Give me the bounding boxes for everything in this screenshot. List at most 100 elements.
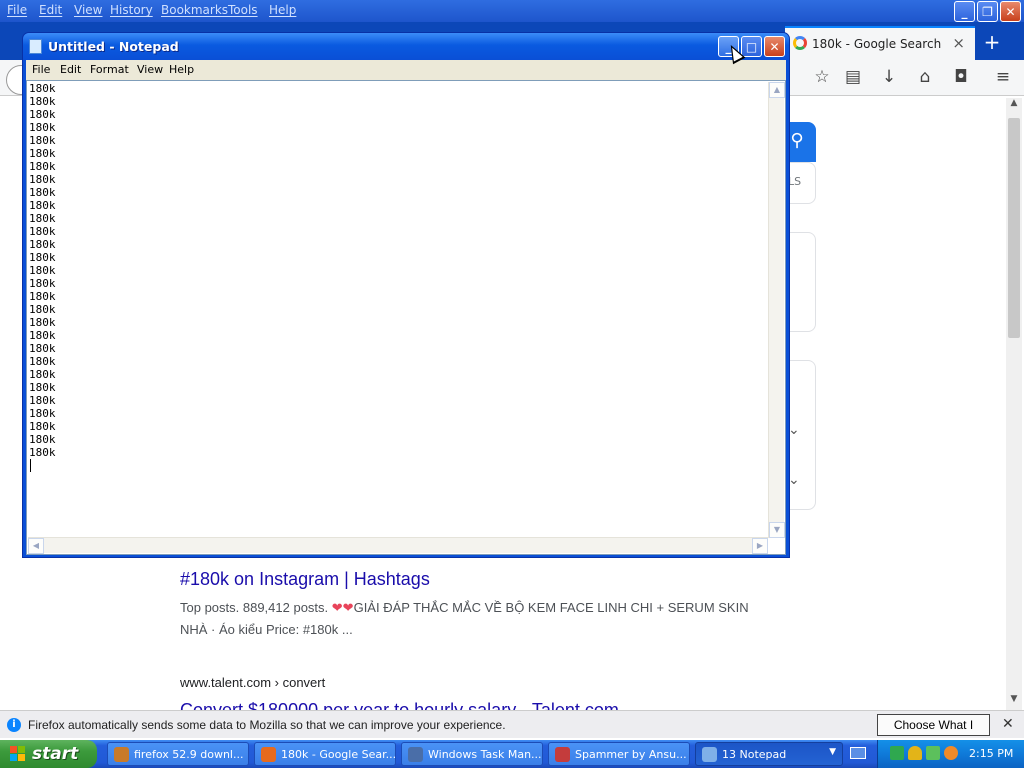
home-icon[interactable]: ⌂ [913, 67, 937, 87]
notepad-line: 180k [29, 251, 56, 264]
hamburger-menu-icon[interactable]: ≡ [991, 67, 1015, 87]
scroll-up-icon[interactable]: ▲ [1006, 98, 1022, 114]
scroll-down-icon[interactable]: ▼ [1006, 694, 1022, 710]
ff-menu-history[interactable]: History [110, 3, 153, 17]
notepad-line: 180k [29, 134, 56, 147]
page-scroll-thumb[interactable] [1008, 118, 1020, 338]
notepad-close-button[interactable]: ✕ [764, 36, 785, 57]
scroll-up-icon[interactable]: ▲ [769, 82, 785, 98]
keyboard-icon[interactable] [850, 747, 866, 759]
google-favicon-icon [793, 36, 807, 50]
notepad-titlebar[interactable]: Untitled - Notepad _ □ ✕ [23, 33, 789, 60]
tab-close-icon[interactable]: × [952, 34, 965, 52]
task-label: 180k - Google Sear... [281, 748, 396, 761]
notepad-line: 180k [29, 95, 56, 108]
result-title-link[interactable]: #180k on Instagram | Hashtags [180, 569, 430, 590]
scroll-left-icon[interactable]: ◀ [28, 538, 44, 554]
app-tray-icon[interactable] [926, 746, 940, 760]
notepad-line: 180k [29, 446, 56, 459]
page-scrollbar[interactable]: ▲ ▼ [1006, 98, 1022, 710]
notepad-line: 180k [29, 199, 56, 212]
np-menu-edit[interactable]: Edit [60, 63, 81, 76]
start-button[interactable]: start [0, 740, 97, 768]
pocket-icon[interactable]: ◘ [949, 67, 973, 87]
notepad-line: 180k [29, 186, 56, 199]
notepad-line: 180k [29, 433, 56, 446]
windows-flag-icon [10, 746, 26, 762]
notepad-line: 180k [29, 407, 56, 420]
np-menu-file[interactable]: File [32, 63, 50, 76]
start-label: start [32, 744, 79, 764]
np-menu-help[interactable]: Help [169, 63, 194, 76]
taskbar-task[interactable]: 180k - Google Sear... [254, 742, 396, 766]
bookmark-star-icon[interactable]: ☆ [810, 67, 834, 87]
ff-menu-view[interactable]: View [74, 3, 102, 17]
choose-what-i-share-button[interactable]: Choose What I Share [877, 714, 990, 752]
notepad-line: 180k [29, 238, 56, 251]
network-icon[interactable] [890, 746, 904, 760]
notepad-line: 180k [29, 342, 56, 355]
new-tab-button[interactable]: + [980, 30, 1004, 56]
notepad-horizontal-scrollbar[interactable]: ◀ ▶ [28, 537, 768, 554]
text-caret [30, 459, 31, 472]
notepad-line: 180k [29, 420, 56, 433]
notepad-line: 180k [29, 290, 56, 303]
ff-menu-tools[interactable]: Tools [228, 3, 258, 17]
np-menu-format[interactable]: Format [90, 63, 129, 76]
scroll-right-icon[interactable]: ▶ [752, 538, 768, 554]
notepad-line: 180k [29, 264, 56, 277]
result-snippet-line-1: Top posts. 889,412 posts. ❤❤GIẢI ĐÁP THẮ… [180, 600, 749, 616]
task-app-icon [261, 747, 276, 762]
snippet-prefix: Top posts. 889,412 posts. [180, 600, 332, 615]
notepad-maximize-button[interactable]: □ [741, 36, 762, 57]
notepad-line: 180k [29, 160, 56, 173]
task-label: Windows Task Man... [428, 748, 542, 761]
library-icon[interactable]: ▤ [841, 67, 865, 87]
taskbar-task[interactable]: firefox 52.9 downl... [107, 742, 249, 766]
search-tray-icon[interactable] [944, 746, 958, 760]
system-tray: 2:15 PM [877, 740, 1024, 768]
ff-restore-button[interactable]: ❐ [977, 1, 998, 22]
notepad-line: 180k [29, 147, 56, 160]
ff-minimize-button[interactable]: _ [954, 1, 975, 22]
notepad-line: 180k [29, 212, 56, 225]
notepad-content: 180k 180k 180k 180k 180k 180k 180k 180k 180k 180k… [29, 82, 56, 459]
security-shield-icon[interactable] [908, 746, 922, 760]
taskbar-task[interactable]: Spammer by Ansu... [548, 742, 690, 766]
info-icon: i [7, 718, 21, 732]
task-group-dropdown-icon[interactable]: ▼ [829, 747, 836, 757]
task-app-icon [555, 747, 570, 762]
notepad-menubar: File Edit Format View Help [26, 60, 786, 80]
ff-menu-edit[interactable]: Edit [39, 3, 62, 17]
download-icon[interactable]: ↓ [877, 67, 901, 87]
result-cite[interactable]: www.talent.com › convert [180, 675, 325, 690]
tab-google-search[interactable]: 180k - Google Search × [785, 26, 975, 60]
ff-menu-help[interactable]: Help [269, 3, 296, 17]
taskbar-task[interactable]: 13 Notepad ▼ [695, 742, 843, 766]
taskbar-clock[interactable]: 2:15 PM [969, 747, 1013, 760]
task-app-icon [702, 747, 717, 762]
notepad-line: 180k [29, 394, 56, 407]
taskbar: start firefox 52.9 downl... 180k - Google… [0, 740, 1024, 768]
notepad-window: Untitled - Notepad _ □ ✕ File Edit Forma… [22, 32, 790, 558]
task-label: 13 Notepad [722, 748, 787, 761]
ff-menu-bookmarks[interactable]: Bookmarks [161, 3, 228, 17]
notepad-title: Untitled - Notepad [48, 39, 179, 54]
notepad-line: 180k [29, 316, 56, 329]
ff-menu-file[interactable]: File [7, 3, 27, 17]
scroll-down-icon[interactable]: ▼ [769, 522, 785, 538]
notepad-line: 180k [29, 121, 56, 134]
firefox-menubar: File Edit View History Bookmarks Tools H… [0, 0, 1024, 22]
np-menu-view[interactable]: View [137, 63, 163, 76]
task-label: Spammer by Ansu... [575, 748, 687, 761]
notification-close-icon[interactable]: ✕ [1002, 716, 1014, 732]
notepad-line: 180k [29, 381, 56, 394]
task-label: firefox 52.9 downl... [134, 748, 244, 761]
notepad-line: 180k [29, 303, 56, 316]
taskbar-task[interactable]: Windows Task Man... [401, 742, 543, 766]
notepad-text-area[interactable]: 180k 180k 180k 180k 180k 180k 180k 180k 180k 180k… [26, 80, 786, 555]
ff-close-button[interactable]: ✕ [1000, 1, 1021, 22]
heart-icon: ❤❤ [331, 600, 354, 615]
task-app-icon [114, 747, 129, 762]
notepad-vertical-scrollbar[interactable]: ▲ ▼ [768, 82, 785, 538]
